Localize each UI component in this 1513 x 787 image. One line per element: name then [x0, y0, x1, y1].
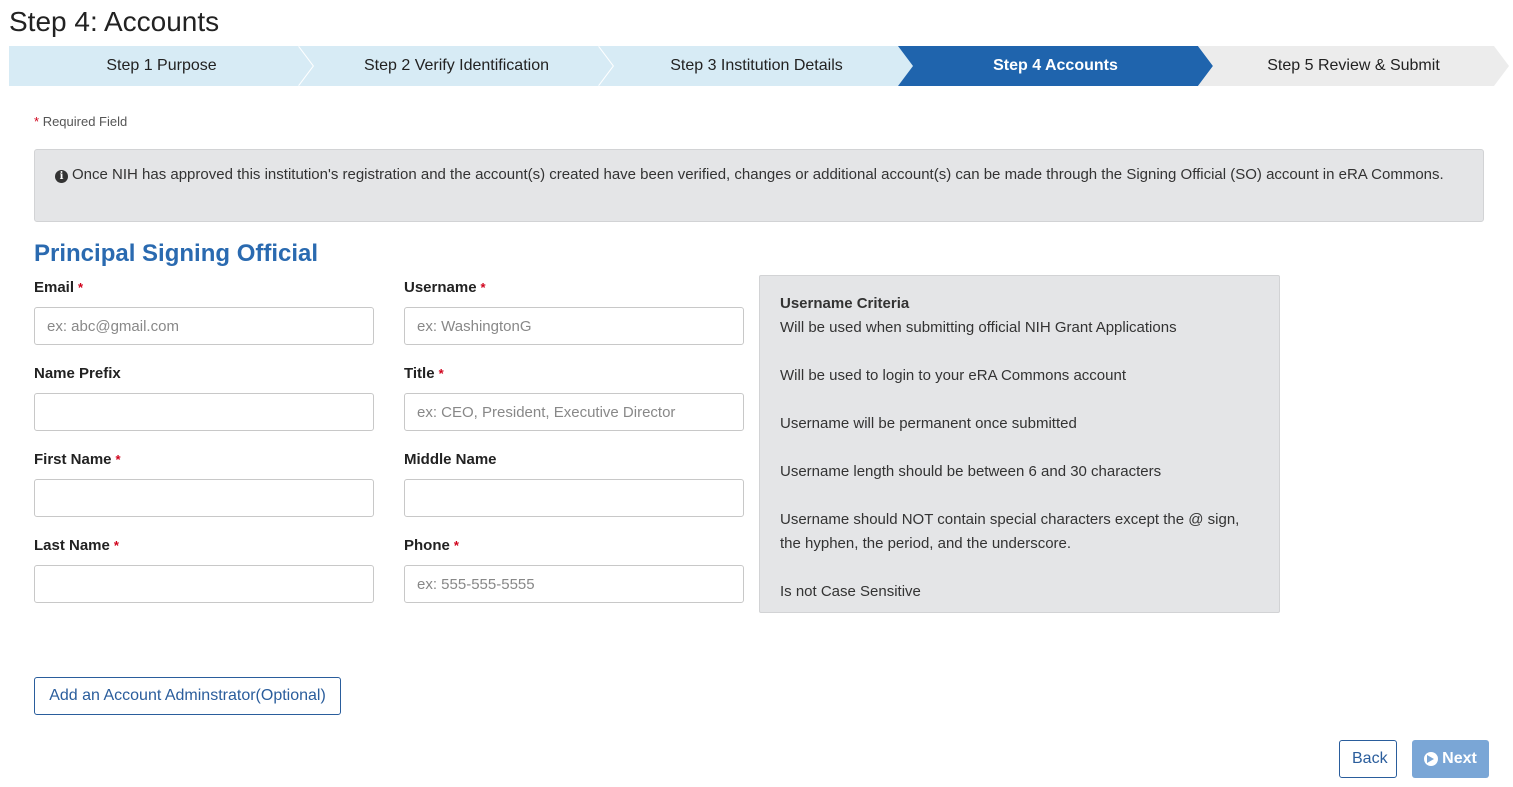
step-3[interactable]: Step 3 Institution Details: [599, 46, 914, 86]
arrow-circle-right-icon: [1424, 752, 1439, 766]
criteria-title: Username Criteria: [780, 295, 910, 312]
last-name-label-text: Last Name: [34, 537, 110, 554]
info-circle-icon: i: [55, 170, 68, 183]
phone-field[interactable]: [404, 565, 744, 603]
first-name-label-text: First Name: [34, 451, 112, 468]
criteria-item: Username length should be between 6 and …: [780, 463, 1162, 480]
step-2[interactable]: Step 2 Verify Identification: [299, 46, 614, 86]
email-label-text: Email: [34, 279, 75, 296]
page-title: Step 4: Accounts: [9, 6, 220, 37]
step-2-label: Step 2 Verify Identification: [364, 57, 549, 74]
criteria-item: Will be used when submitting official NI…: [780, 319, 1177, 336]
criteria-item: Username should NOT contain special char…: [780, 511, 1240, 552]
title-field[interactable]: [404, 393, 744, 431]
step-1-label: Step 1 Purpose: [106, 57, 217, 74]
back-button[interactable]: Back: [1339, 740, 1397, 778]
required-star: *: [78, 280, 84, 295]
email-label: Email *: [34, 279, 83, 296]
required-star: *: [438, 366, 444, 381]
middle-name-label-text: Middle Name: [404, 451, 497, 468]
step-5[interactable]: Step 5 Review & Submit: [1198, 46, 1509, 86]
name-prefix-field[interactable]: [34, 393, 374, 431]
required-field-note: * Required Field: [34, 114, 127, 129]
add-account-administrator-button[interactable]: Add an Account Adminstrator(Optional): [34, 677, 341, 715]
info-alert: i Once NIH has approved this institution'…: [34, 149, 1484, 222]
title-label-text: Title: [404, 365, 435, 382]
first-name-label: First Name *: [34, 451, 121, 468]
next-button[interactable]: Next: [1412, 740, 1489, 778]
title-label: Title *: [404, 365, 444, 382]
required-star: *: [480, 280, 486, 295]
step-1[interactable]: Step 1 Purpose: [9, 46, 314, 86]
required-star: *: [453, 538, 459, 553]
phone-label: Phone *: [404, 537, 459, 554]
first-name-field[interactable]: [34, 479, 374, 517]
next-button-label: Next: [1442, 750, 1477, 767]
username-field[interactable]: [404, 307, 744, 345]
email-field[interactable]: [34, 307, 374, 345]
last-name-label: Last Name *: [34, 537, 119, 554]
username-label-text: Username: [404, 279, 477, 296]
step-4[interactable]: Step 4 Accounts: [898, 46, 1213, 86]
criteria-item: Username will be permanent once submitte…: [780, 415, 1077, 432]
name-prefix-label: Name Prefix: [34, 365, 121, 382]
step-4-label: Step 4 Accounts: [993, 57, 1118, 74]
username-criteria-panel: Username Criteria Will be used when subm…: [759, 275, 1280, 613]
section-title: Principal Signing Official: [34, 240, 319, 267]
required-star: *: [115, 452, 121, 467]
criteria-item: Will be used to login to your eRA Common…: [780, 367, 1127, 384]
phone-label-text: Phone: [404, 537, 450, 554]
step-progress-bar: Step 1 Purpose Step 2 Verify Identificat…: [9, 46, 1509, 86]
info-text: Once NIH has approved this institution's…: [72, 166, 1444, 183]
criteria-item: Is not Case Sensitive: [780, 583, 921, 600]
required-field-text: Required Field: [42, 114, 128, 129]
step-5-label: Step 5 Review & Submit: [1267, 57, 1440, 74]
middle-name-label: Middle Name: [404, 451, 497, 468]
name-prefix-label-text: Name Prefix: [34, 365, 121, 382]
required-star: *: [34, 114, 40, 129]
last-name-field[interactable]: [34, 565, 374, 603]
username-label: Username *: [404, 279, 486, 296]
step-3-label: Step 3 Institution Details: [670, 57, 843, 74]
middle-name-field[interactable]: [404, 479, 744, 517]
required-star: *: [113, 538, 119, 553]
